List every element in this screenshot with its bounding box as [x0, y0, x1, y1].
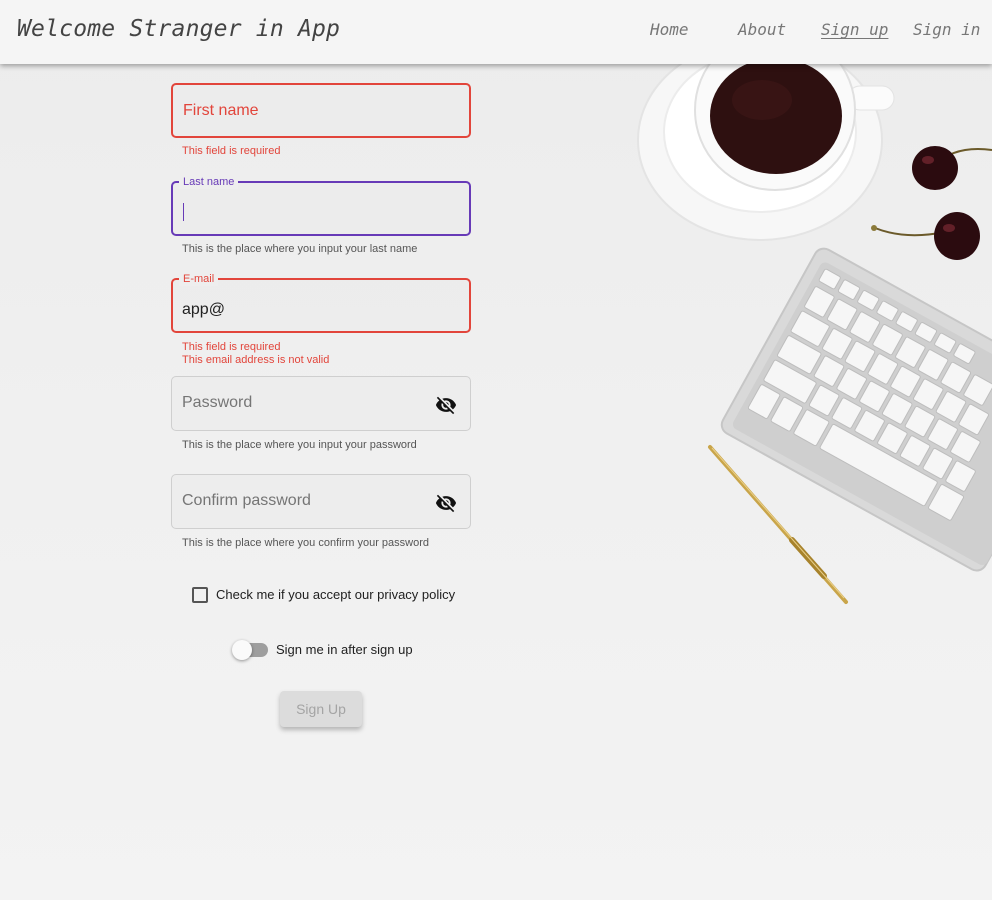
nav-home-link[interactable]: Home: [650, 20, 689, 39]
text-caret: [183, 203, 184, 221]
desk-background-image: [637, 29, 992, 604]
top-toolbar: Welcome Stranger in App Home About Sign …: [0, 0, 992, 64]
last-name-field[interactable]: Last name: [171, 175, 471, 236]
visibility-off-icon[interactable]: [434, 492, 458, 514]
last-name-label: Last name: [179, 175, 239, 189]
password-placeholder: Password: [182, 394, 253, 411]
checkbox-box[interactable]: [192, 587, 208, 603]
email-error-invalid: This email address is not valid: [182, 354, 330, 366]
first-name-placeholder: First name: [183, 102, 259, 119]
privacy-policy-label: Check me if you accept our privacy polic…: [216, 587, 456, 602]
email-error-required: This field is required: [182, 341, 281, 353]
first-name-field[interactable]: First name: [171, 83, 471, 138]
password-hint: This is the place where you input your p…: [182, 439, 417, 451]
last-name-hint: This is the place where you input your l…: [182, 243, 418, 255]
app-brand-title: Welcome Stranger in App: [17, 16, 341, 42]
nav-about-link[interactable]: About: [738, 20, 786, 39]
toggle-thumb[interactable]: [232, 640, 252, 660]
email-label: E-mail: [179, 272, 219, 286]
confirm-password-field[interactable]: Confirm password: [171, 474, 471, 529]
visibility-off-icon[interactable]: [434, 394, 458, 416]
confirm-password-hint: This is the place where you confirm your…: [182, 537, 429, 549]
sign-up-button[interactable]: Sign Up: [280, 691, 362, 727]
confirm-password-placeholder: Confirm password: [182, 492, 311, 509]
email-value: app@: [182, 301, 225, 318]
auto-signin-label: Sign me in after sign up: [276, 642, 413, 657]
nav-signup-link[interactable]: Sign up: [821, 20, 888, 39]
email-field[interactable]: E-mail app@: [171, 272, 471, 333]
nav-signin-link[interactable]: Sign in: [913, 20, 980, 39]
first-name-error: This field is required: [182, 145, 281, 157]
password-field[interactable]: Password: [171, 376, 471, 431]
